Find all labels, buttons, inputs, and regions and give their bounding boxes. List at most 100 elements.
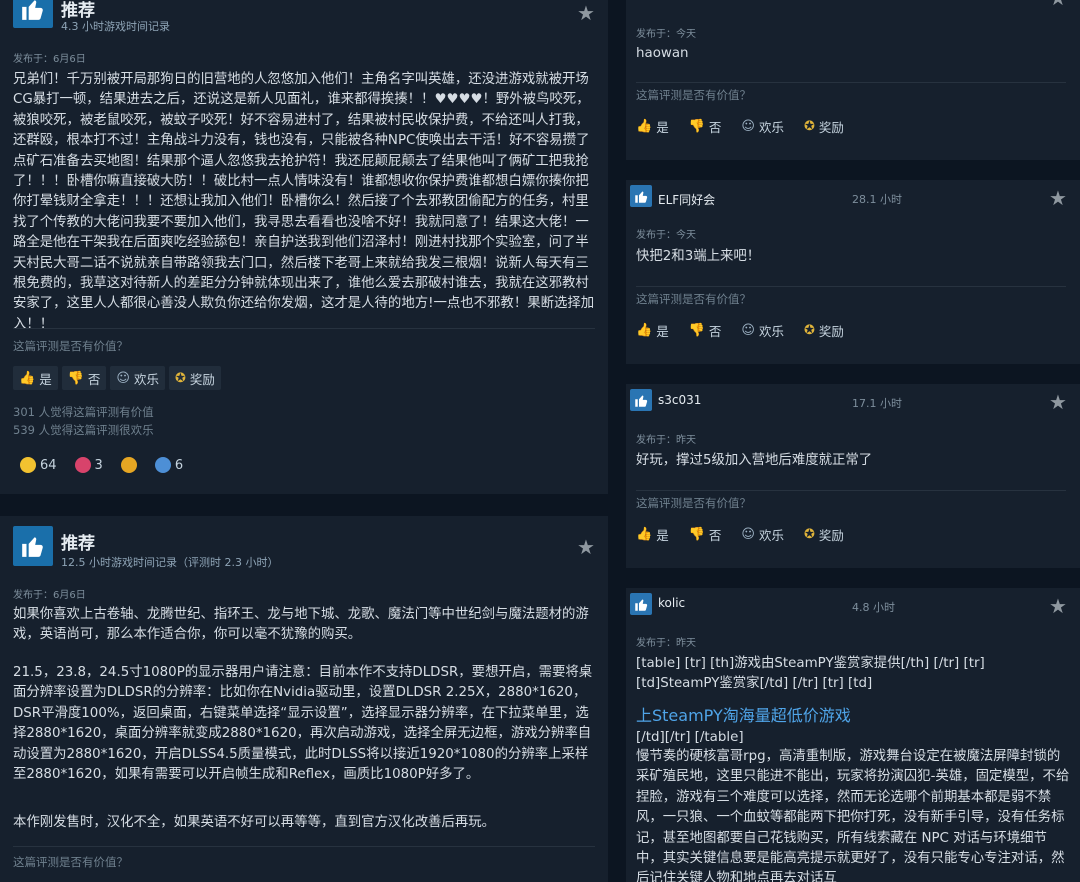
vote-funny-button[interactable]: ☺ 欢乐 (741, 522, 792, 546)
thumbs-down-icon: 👎 (688, 118, 705, 134)
vote-yes-label: 是 (656, 323, 669, 339)
vote-funny-label: 欢乐 (758, 119, 784, 135)
thumbs-down-icon: 👎 (67, 370, 84, 386)
heart-emoji-icon (74, 457, 91, 473)
star-icon[interactable]: ★ (1049, 0, 1067, 8)
smiley-icon: ☺ (741, 526, 755, 542)
vote-no-label: 否 (708, 527, 722, 543)
vote-funny-button[interactable]: ☺ 欢乐 (741, 318, 792, 342)
vote-yes-button[interactable]: 👍 是 (636, 114, 677, 138)
thumbs-up-icon: 👍 (636, 118, 653, 134)
playtime: 4.8 小时 (852, 601, 895, 614)
thumbs-up-icon: 👍 (19, 370, 36, 386)
award-button[interactable]: ✪ 奖励 (804, 114, 852, 138)
vote-yes-button[interactable]: 👍 是 (13, 366, 58, 390)
award-icon: ✪ (803, 118, 815, 134)
helpful-question: 这篇评测是否有价值？ (13, 339, 128, 353)
medal-emoji-icon (120, 457, 137, 473)
vote-no-button[interactable]: 👎 否 (689, 318, 730, 342)
thumbs-up-icon (22, 0, 43, 20)
star-icon[interactable]: ★ (577, 537, 595, 557)
review-body-p3: 本作刚发售时，汉化不全，如果英语不好可以再等等，直到官方汉化改善后再玩。 (13, 815, 496, 830)
playtime: 4.3 小时游戏时间记录 (61, 20, 170, 33)
reaction-laugh[interactable]: 64 (20, 457, 57, 473)
thumbs-up-badge (13, 526, 53, 566)
review-card-r0: ★ 发布于：今天 haowan 这篇评测是否有价值？ 👍是 👎否 ☺欢乐 ✪奖励 (626, 0, 1080, 160)
review-body-p2: 21.5，23.8，24.5寸1080P的显示器用户请注意：目前本作不支持DLD… (13, 665, 593, 783)
helpful-stats: 301 人觉得这篇评测有价值 539 人觉得这篇评测很欢乐 (13, 403, 154, 439)
playtime: 28.1 小时 (852, 193, 902, 206)
review-body: 好玩，撑过5级加入营地后难度就正常了 (636, 453, 873, 468)
reaction-heart[interactable]: 3 (74, 457, 103, 473)
posted-date: 发布于：今天 (636, 29, 696, 40)
smiley-icon: ☺ (741, 118, 755, 134)
reviewer-name[interactable]: ELF同好会 (658, 191, 715, 208)
reviewer-name[interactable]: kolic (658, 596, 685, 610)
review-body: 慢节奏的硬核富哥rpg，高清重制版，游戏舞台设定在被魔法屏障封锁的采矿殖民地，这… (636, 749, 1070, 882)
helpful-question: 这篇评测是否有价值？ (636, 496, 751, 510)
award-icon: ✪ (803, 322, 815, 338)
vote-funny-label: 欢乐 (758, 323, 784, 339)
helpful-question: 这篇评测是否有价值？ (636, 88, 751, 102)
thumbs-up-badge (13, 0, 53, 28)
vote-buttons: 👍 是 👎 否 ☺ 欢乐 ✪ 奖励 (636, 114, 852, 138)
thumbs-up-badge (630, 185, 652, 207)
thumbs-down-icon: 👎 (688, 322, 705, 338)
review-card-r2: s3c031 17.1 小时 ★ 发布于：昨天 好玩，撑过5级加入营地后难度就正… (626, 384, 1080, 568)
reaction-award[interactable] (120, 457, 137, 473)
thumbs-up-icon (634, 599, 647, 611)
star-icon[interactable]: ★ (577, 3, 595, 23)
helpful-count: 301 人觉得这篇评测有价值 (13, 405, 154, 419)
smiley-icon: ☺ (116, 370, 130, 386)
vote-funny-button[interactable]: ☺ 欢乐 (110, 366, 165, 390)
vote-yes-label: 是 (39, 371, 52, 387)
review-body: 快把2和3端上来吧！ (636, 249, 761, 264)
thumbs-up-icon (22, 537, 43, 557)
award-button[interactable]: ✪ 奖励 (168, 366, 221, 390)
reaction-ribbon-count: 6 (174, 457, 184, 473)
review-tags-close: [/td][/tr] [/table] (636, 730, 744, 745)
award-button[interactable]: ✪ 奖励 (804, 318, 852, 342)
vote-funny-button[interactable]: ☺ 欢乐 (741, 114, 792, 138)
vote-no-label: 否 (87, 371, 101, 387)
award-button[interactable]: ✪ 奖励 (804, 522, 852, 546)
vote-buttons: 👍 是 👎 否 ☺ 欢乐 ✪ 奖励 (636, 522, 852, 546)
award-icon: ✪ (174, 370, 186, 386)
ribbon-emoji-icon (154, 457, 171, 473)
thumbs-up-icon (634, 395, 647, 407)
award-label: 奖励 (818, 527, 844, 543)
vote-yes-button[interactable]: 👍 是 (636, 522, 677, 546)
star-icon[interactable]: ★ (1049, 392, 1067, 412)
playtime: 12.5 小时游戏时间记录（评测时 2.3 小时） (61, 556, 279, 569)
thumbs-up-icon (634, 191, 647, 203)
review-body: 兄弟们！千万别被开局那狗日的旧营地的人忽悠加入他们！主角名字叫英雄，还没进游戏就… (13, 72, 595, 332)
award-label: 奖励 (818, 119, 844, 135)
reaction-ribbon[interactable]: 6 (154, 457, 184, 473)
review-body-p1: 如果你喜欢上古卷轴、龙腾世纪、指环王、龙与地下城、龙歌、魔法门等中世纪剑与魔法题… (13, 607, 589, 643)
thumbs-up-icon: 👍 (636, 526, 653, 542)
divider (636, 82, 1066, 83)
divider (13, 328, 595, 329)
review-body: haowan (636, 46, 689, 61)
posted-date: 发布于：昨天 (636, 435, 696, 446)
steampy-link[interactable]: 上SteamPY淘海量超低价游戏 (636, 702, 851, 726)
vote-yes-label: 是 (656, 527, 669, 543)
vote-buttons: 👍 是 👎 否 ☺ 欢乐 ✪ 奖励 (636, 318, 852, 342)
vote-no-button[interactable]: 👎 否 (689, 522, 730, 546)
award-label: 奖励 (189, 371, 215, 387)
star-icon[interactable]: ★ (1049, 188, 1067, 208)
thumbs-down-icon: 👎 (688, 526, 705, 542)
reaction-laugh-count: 64 (40, 457, 57, 473)
star-icon[interactable]: ★ (1049, 596, 1067, 616)
review-card-2: 推荐 12.5 小时游戏时间记录（评测时 2.3 小时） ★ 发布于：6月6日 … (0, 516, 608, 882)
vote-no-button[interactable]: 👎 否 (61, 366, 107, 390)
vote-yes-label: 是 (656, 119, 669, 135)
award-label: 奖励 (818, 323, 844, 339)
vote-no-button[interactable]: 👎 否 (689, 114, 730, 138)
laugh-emoji-icon (20, 457, 36, 473)
reactions: 64 3 6 (20, 457, 183, 473)
vote-yes-button[interactable]: 👍 是 (636, 318, 677, 342)
reviewer-name[interactable]: s3c031 (658, 393, 701, 407)
posted-date: 发布于：6月6日 (13, 590, 86, 601)
thumbs-up-icon: 👍 (636, 322, 653, 338)
